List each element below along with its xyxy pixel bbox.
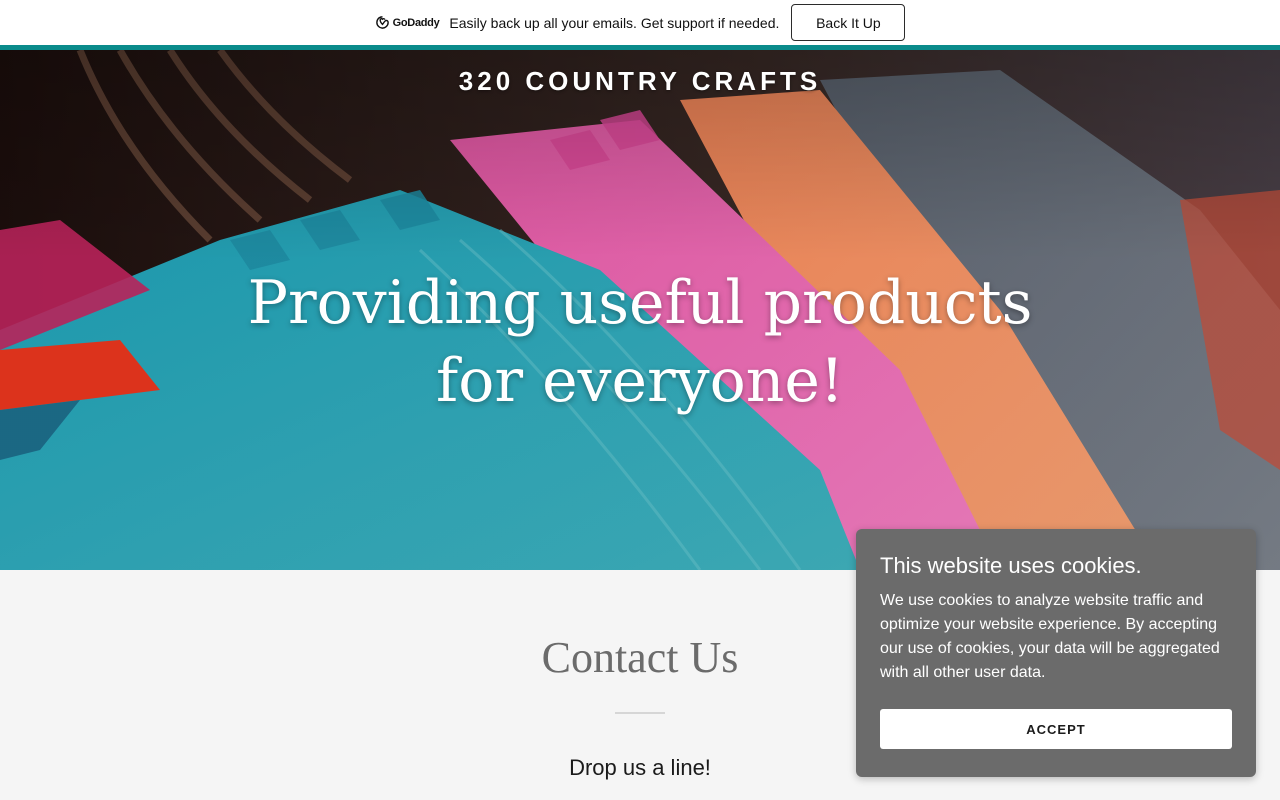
- promo-message: Easily back up all your emails. Get supp…: [449, 14, 780, 31]
- godaddy-logo: GoDaddy: [375, 15, 440, 30]
- accept-cookies-button[interactable]: ACCEPT: [880, 709, 1232, 749]
- godaddy-wordmark: GoDaddy: [392, 16, 440, 29]
- promo-bar: GoDaddy Easily back up all your emails. …: [0, 0, 1280, 45]
- site-title[interactable]: 320 COUNTRY CRAFTS: [0, 66, 1280, 97]
- cookie-body: We use cookies to analyze website traffi…: [880, 592, 1220, 681]
- contact-divider: [615, 712, 665, 714]
- cookie-banner: This website uses cookies. We use cookie…: [856, 529, 1256, 777]
- hero-tagline: Providing useful products for everyone!: [247, 268, 1033, 416]
- godaddy-icon: [375, 16, 389, 29]
- cookie-title: This website uses cookies.: [880, 553, 1142, 578]
- promo-content: GoDaddy Easily back up all your emails. …: [375, 4, 906, 41]
- hero-section: 320 COUNTRY CRAFTS Providing useful prod…: [0, 50, 1280, 570]
- back-it-up-button[interactable]: Back It Up: [791, 4, 906, 41]
